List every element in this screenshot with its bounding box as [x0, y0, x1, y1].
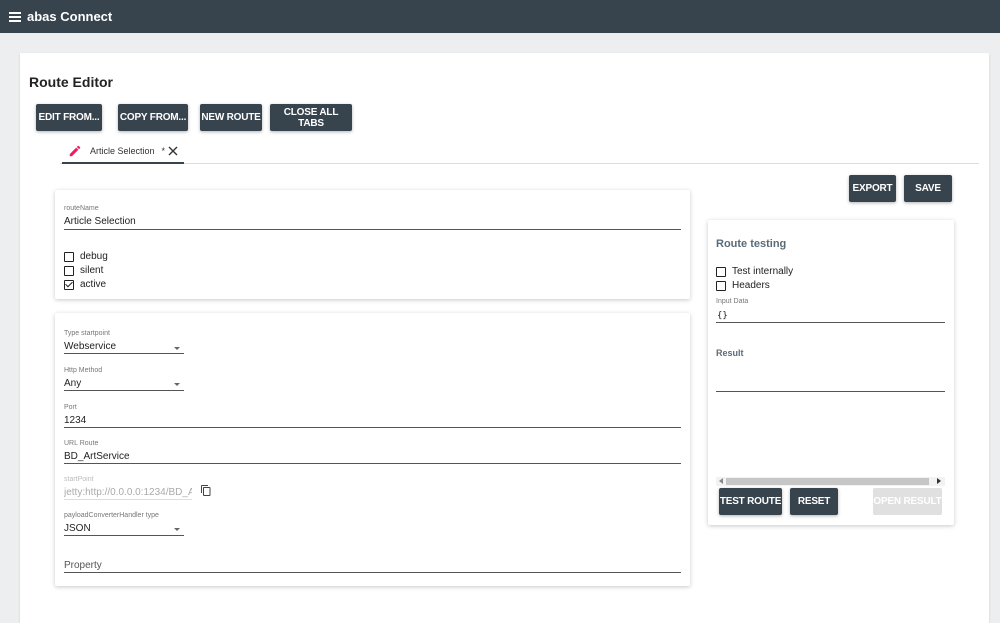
- checkbox-box[interactable]: [64, 265, 74, 276]
- new-route-button[interactable]: NEW ROUTE: [200, 104, 262, 131]
- start-point-label: startPoint: [64, 476, 94, 483]
- route-name-underline: [64, 229, 681, 230]
- checkbox-box[interactable]: [716, 266, 726, 277]
- url-route-input[interactable]: BD_ArtService: [64, 451, 130, 462]
- http-method-underline: [64, 390, 184, 391]
- http-method-label: Http Method: [64, 367, 103, 374]
- result-scrollbar[interactable]: [716, 477, 945, 486]
- active-checkbox[interactable]: active: [64, 279, 106, 290]
- result-underline: [716, 391, 945, 392]
- open-result-button: OPEN RESULT: [873, 488, 942, 515]
- checkbox-box[interactable]: [64, 251, 74, 262]
- type-startpoint-select[interactable]: Webservice: [64, 341, 116, 352]
- scroll-right-arrow-icon[interactable]: [937, 478, 941, 484]
- route-name-input[interactable]: Article Selection: [64, 216, 136, 227]
- chevron-down-icon[interactable]: [174, 383, 180, 386]
- scroll-thumb[interactable]: [726, 478, 929, 485]
- pencil-icon: [69, 145, 81, 157]
- property-input[interactable]: Property: [64, 560, 102, 571]
- debug-checkbox[interactable]: debug: [64, 251, 108, 262]
- export-button[interactable]: EXPORT: [849, 175, 896, 202]
- chevron-down-icon[interactable]: [174, 528, 180, 531]
- route-name-label: routeName: [64, 205, 99, 212]
- silent-checkbox[interactable]: silent: [64, 265, 103, 276]
- type-startpoint-label: Type startpoint: [64, 330, 110, 337]
- close-all-tabs-button[interactable]: CLOSE ALL TABS: [270, 104, 352, 131]
- checkbox-label: Test internally: [732, 266, 794, 277]
- menu-icon[interactable]: [9, 11, 21, 22]
- route-testing-title: Route testing: [716, 238, 787, 250]
- test-internally-checkbox[interactable]: Test internally: [716, 266, 793, 277]
- start-point-underline: [64, 499, 192, 500]
- input-data-underline: [716, 322, 945, 323]
- route-settings-panel: [55, 190, 690, 299]
- close-icon[interactable]: [167, 145, 179, 157]
- payload-converter-underline: [64, 535, 184, 536]
- tab-label: Article Selection: [90, 146, 155, 156]
- property-underline: [64, 572, 681, 573]
- scroll-left-arrow-icon[interactable]: [719, 478, 723, 484]
- save-button[interactable]: SAVE: [904, 175, 952, 202]
- checkbox-label: debug: [80, 251, 108, 262]
- headers-checkbox[interactable]: Headers: [716, 280, 770, 291]
- checkbox-label: Headers: [732, 280, 770, 291]
- input-data-input[interactable]: {}: [717, 311, 728, 321]
- checkbox-box[interactable]: [716, 280, 726, 291]
- checkbox-label: silent: [80, 265, 104, 276]
- chevron-down-icon[interactable]: [174, 347, 180, 350]
- app-title: abas Connect: [27, 9, 113, 24]
- port-label: Port: [64, 404, 77, 411]
- port-underline: [64, 427, 681, 428]
- tab-bar-divider: [60, 163, 979, 164]
- checkbox-box-checked[interactable]: [64, 279, 74, 290]
- http-method-select[interactable]: Any: [64, 378, 81, 389]
- url-route-underline: [64, 463, 681, 464]
- copy-from-button[interactable]: COPY FROM...: [118, 104, 188, 131]
- copy-icon[interactable]: [200, 484, 212, 497]
- app-header: abas Connect: [0, 0, 1000, 33]
- payload-converter-label: payloadConverterHandler type: [64, 512, 159, 519]
- checkbox-label: active: [80, 279, 107, 290]
- tab-article-selection[interactable]: Article Selection *: [62, 139, 184, 164]
- start-point-readonly: jetty:http://0.0.0.0:1234/BD_Art: [64, 487, 192, 498]
- reset-button[interactable]: RESET: [790, 488, 838, 515]
- input-data-label: Input Data: [716, 298, 749, 305]
- test-route-button[interactable]: TEST ROUTE: [719, 488, 782, 515]
- edit-from-button[interactable]: EDIT FROM...: [36, 104, 102, 131]
- port-input[interactable]: 1234: [64, 415, 86, 426]
- type-startpoint-underline: [64, 353, 184, 354]
- url-route-label: URL Route: [64, 440, 99, 447]
- payload-converter-select[interactable]: JSON: [64, 523, 91, 534]
- page-title: Route Editor: [29, 74, 113, 90]
- unsaved-marker: *: [161, 146, 166, 156]
- result-label: Result: [716, 348, 744, 358]
